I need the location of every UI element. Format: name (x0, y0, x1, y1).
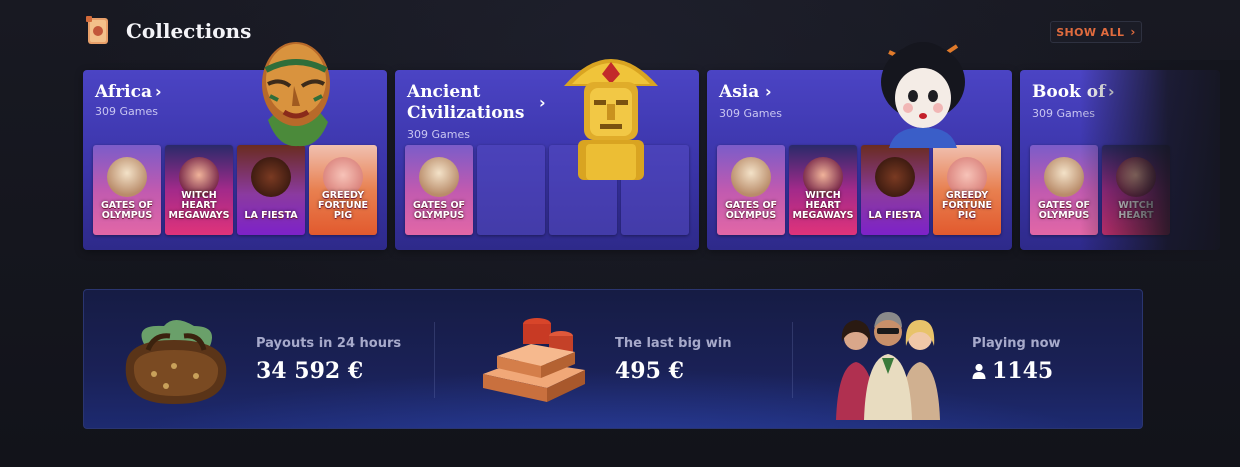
collection-count: 309 Games (719, 107, 782, 120)
collection-card-africa[interactable]: Africa › 309 Games GATES OF OLYMPUS WITC… (83, 70, 387, 250)
stat-value: 34 592 € (256, 358, 363, 384)
game-title: WITCH HEART MEGAWAYS (792, 190, 854, 221)
game-art (1116, 157, 1156, 197)
game-art (251, 157, 291, 197)
user-icon (972, 363, 986, 379)
geisha-doll-illustration (881, 42, 965, 148)
stat-payouts: Payouts in 24 hours 34 592 € (84, 290, 437, 428)
collection-count: 309 Games (407, 128, 470, 141)
collections-title: Collections (126, 19, 252, 43)
game-title: GREEDY FORTUNE PIG (941, 190, 993, 221)
show-all-label: SHOW ALL (1056, 25, 1125, 39)
gold-bars-icon (483, 318, 585, 402)
game-art (419, 157, 459, 197)
game-title: GREEDY FORTUNE PIG (317, 190, 369, 221)
game-thumbnail[interactable]: GATES OF OLYMPUS (1030, 145, 1098, 235)
game-thumbnail[interactable]: LA FIESTA (237, 145, 305, 235)
golden-idol-illustration (564, 59, 658, 180)
collection-count: 309 Games (1032, 107, 1095, 120)
show-all-button[interactable]: SHOW ALL › (1050, 21, 1142, 43)
chevron-right-icon: › (765, 82, 772, 101)
game-thumbnail-placeholder (477, 145, 545, 235)
game-title: GATES OF OLYMPUS (100, 200, 154, 221)
chevron-right-icon: › (155, 82, 162, 101)
game-thumbnail[interactable]: GREEDY FORTUNE PIG (933, 145, 1001, 235)
playing-now-value: 1145 (992, 358, 1054, 384)
chevron-right-icon: › (539, 93, 546, 112)
stat-playing-now: Playing now 1145 (790, 290, 1142, 428)
players-group-illustration (836, 312, 940, 420)
game-thumbnails: GATES OF OLYMPUS WITCH HEART (1030, 145, 1170, 235)
game-thumbnail[interactable]: GATES OF OLYMPUS (405, 145, 473, 235)
game-art (875, 157, 915, 197)
game-art (107, 157, 147, 197)
game-thumbnail[interactable]: GREEDY FORTUNE PIG (309, 145, 377, 235)
game-title: GATES OF OLYMPUS (724, 200, 778, 221)
game-title: WITCH HEART (1118, 200, 1154, 221)
collection-count: 309 Games (95, 105, 158, 118)
collection-title: Book of (1032, 82, 1106, 102)
game-title: GATES OF OLYMPUS (1037, 200, 1091, 221)
big-win-value: 495 € (615, 358, 684, 384)
game-thumbnail[interactable]: WITCH HEART MEGAWAYS (789, 145, 857, 235)
stat-big-win: The last big win 495 € (437, 290, 790, 428)
game-art (1044, 157, 1084, 197)
collections-icon (86, 16, 108, 44)
chevron-right-icon: › (1108, 82, 1115, 101)
game-thumbnail[interactable]: GATES OF OLYMPUS (93, 145, 161, 235)
african-mask-illustration (262, 42, 330, 147)
collection-title: Africa (95, 82, 152, 102)
collection-card-book-of[interactable]: Book of › 309 Games GATES OF OLYMPUS WIT… (1020, 70, 1220, 250)
game-title: GATES OF OLYMPUS (412, 200, 466, 221)
game-title: WITCH HEART MEGAWAYS (168, 190, 230, 221)
money-bag-icon (125, 320, 227, 404)
game-title: LA FIESTA (868, 210, 922, 221)
stat-label: The last big win (615, 336, 732, 351)
game-thumbnail[interactable]: WITCH HEART MEGAWAYS (165, 145, 233, 235)
stats-panel: Payouts in 24 hours 34 592 € The last bi… (83, 289, 1143, 429)
chevron-right-icon: › (1130, 25, 1136, 39)
stat-label: Playing now (972, 336, 1061, 351)
stat-value: 495 € (615, 358, 684, 384)
game-thumbnails: GATES OF OLYMPUS WITCH HEART MEGAWAYS LA… (93, 145, 377, 235)
game-thumbnails: GATES OF OLYMPUS WITCH HEART MEGAWAYS LA… (717, 145, 1001, 235)
game-thumbnail[interactable]: GATES OF OLYMPUS (717, 145, 785, 235)
collection-title: Asia (719, 82, 760, 102)
game-thumbnail[interactable]: WITCH HEART (1102, 145, 1170, 235)
collection-title: Ancient Civilizations (407, 82, 525, 123)
stat-label: Payouts in 24 hours (256, 336, 402, 351)
game-art (731, 157, 771, 197)
stat-value: 1145 (972, 358, 1053, 384)
divider (434, 322, 435, 398)
payouts-value: 34 592 € (256, 358, 364, 384)
game-title: LA FIESTA (244, 210, 298, 221)
game-thumbnail[interactable]: LA FIESTA (861, 145, 929, 235)
